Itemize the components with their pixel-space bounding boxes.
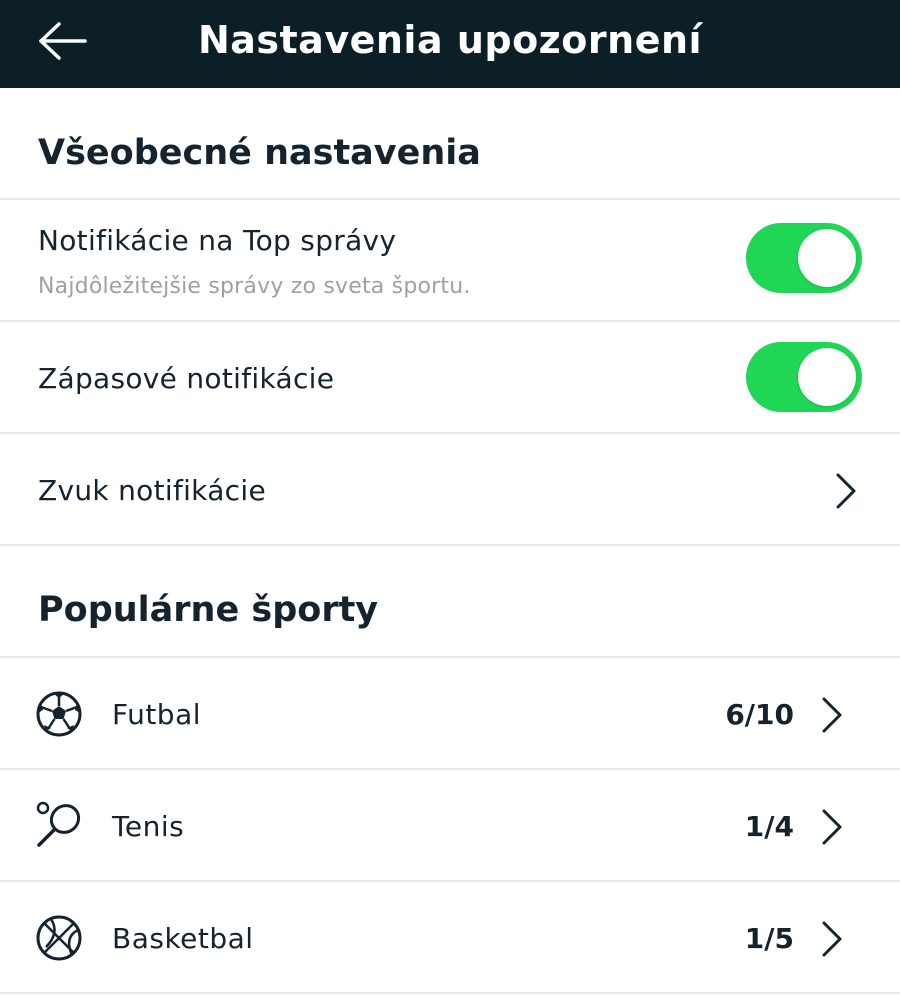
back-button[interactable]: [34, 16, 90, 66]
sport-name: Tenis: [112, 810, 185, 843]
tennis-racket-icon: [36, 801, 81, 847]
section-header-general: Všeobecné nastavenia: [0, 88, 900, 200]
match-notifications-row[interactable]: Zápasové notifikácie: [0, 322, 900, 434]
arrow-left-icon: [39, 22, 87, 60]
toggle-knob: [798, 229, 856, 287]
soccer-ball-icon: [36, 691, 82, 737]
notification-sound-row[interactable]: Zvuk notifikácie: [0, 434, 900, 546]
sport-subscription-count: 6/10: [725, 698, 794, 731]
top-news-toggle[interactable]: [746, 223, 862, 293]
match-notifications-label: Zápasové notifikácie: [38, 362, 335, 395]
sport-row-futbal[interactable]: Futbal 6/10: [0, 658, 900, 770]
top-news-description: Najdôležitejšie správy zo sveta športu.: [38, 274, 471, 299]
chevron-right-icon: [836, 473, 856, 509]
sport-subscription-count: 1/5: [744, 922, 794, 955]
top-news-label: Notifikácie na Top správy: [38, 224, 397, 257]
section-header-popular-sports: Populárne športy: [0, 546, 900, 658]
match-notifications-toggle[interactable]: [746, 342, 862, 412]
sport-subscription-count: 1/4: [744, 810, 794, 843]
notification-sound-label: Zvuk notifikácie: [38, 474, 266, 507]
top-news-row[interactable]: Notifikácie na Top správy Najdôležitejši…: [0, 200, 900, 322]
chevron-right-icon: [822, 921, 842, 957]
top-app-bar: Nastavenia upozornení: [0, 0, 900, 88]
section-title: Všeobecné nastavenia: [38, 133, 481, 173]
sport-row-tenis[interactable]: Tenis 1/4: [0, 770, 900, 882]
chevron-right-icon: [822, 697, 842, 733]
sport-name: Basketbal: [112, 922, 254, 955]
chevron-right-icon: [822, 809, 842, 845]
sport-name: Futbal: [112, 698, 202, 731]
sport-row-basketbal[interactable]: Basketbal 1/5: [0, 882, 900, 994]
section-title: Populárne športy: [38, 590, 379, 630]
page-title: Nastavenia upozornení: [197, 18, 703, 62]
basketball-icon: [36, 915, 82, 961]
notification-settings-screen: Nastavenia upozornení Všeobecné nastaven…: [0, 0, 900, 1002]
toggle-knob: [798, 348, 856, 406]
